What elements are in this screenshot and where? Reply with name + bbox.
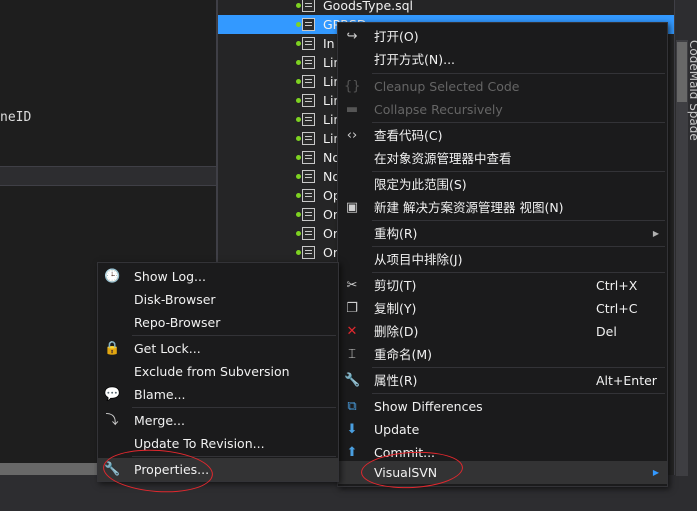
- menu-item-repo-browser[interactable]: Repo-Browser: [98, 311, 338, 334]
- sql-file-icon: [302, 208, 315, 221]
- lock-icon: 🔒: [104, 341, 121, 356]
- menu-item-new-solution-explorer-view[interactable]: ▣ 新建 解决方案资源管理器 视图(N): [338, 196, 667, 219]
- submenu-arrow-icon: ▶: [652, 468, 659, 477]
- context-menu: ↪ 打开(O) 打开方式(N)... {} Cleanup Selected C…: [337, 22, 668, 487]
- scrollbar-thumb[interactable]: [677, 42, 687, 102]
- code-fragment: neID: [0, 110, 32, 125]
- menu-item-cleanup-selected-code[interactable]: {} Cleanup Selected Code: [338, 75, 667, 98]
- menu-separator: [372, 220, 665, 221]
- menu-item-merge[interactable]: ⤵ Merge...: [98, 409, 338, 432]
- menu-separator: [132, 407, 336, 408]
- update-down-arrow-icon: ⬇: [346, 422, 358, 437]
- braces-icon: {}: [344, 79, 361, 94]
- menu-item-refactor[interactable]: 重构(R) ▶: [338, 222, 667, 245]
- menu-item-show-log[interactable]: 🕒 Show Log...: [98, 265, 338, 288]
- menu-item-update[interactable]: ⬇ Update: [338, 418, 667, 441]
- menu-item-open[interactable]: ↪ 打开(O): [338, 25, 667, 48]
- svn-status-icon: [296, 98, 301, 103]
- menu-item-cut[interactable]: ✂ 剪切(T) Ctrl+X: [338, 274, 667, 297]
- sql-file-icon: [302, 227, 315, 240]
- code-editor[interactable]: [0, 0, 216, 166]
- menu-item-exclude-from-project[interactable]: 从项目中排除(J): [338, 248, 667, 271]
- submenu-arrow-icon: ▶: [652, 229, 659, 238]
- menu-item-get-lock[interactable]: 🔒 Get Lock...: [98, 337, 338, 360]
- menu-item-scope-to-this[interactable]: 限定为此范围(S): [338, 173, 667, 196]
- svn-status-icon: [296, 136, 301, 141]
- code-brackets-icon: ‹›: [346, 128, 358, 143]
- menu-separator: [372, 122, 665, 123]
- sql-file-icon: [302, 189, 315, 202]
- wrench-icon: 🔧: [344, 373, 361, 388]
- menu-item-blame[interactable]: 💬 Blame...: [98, 383, 338, 406]
- clock-icon: 🕒: [104, 269, 121, 284]
- svn-status-icon: [296, 41, 301, 46]
- menu-separator: [372, 171, 665, 172]
- merge-arrow-icon: ⤵: [105, 413, 119, 428]
- sql-file-icon: [302, 0, 315, 12]
- menu-separator: [372, 367, 665, 368]
- copy-icon: ❐: [346, 301, 358, 316]
- visualsvn-submenu: 🕒 Show Log... Disk-Browser Repo-Browser …: [97, 262, 339, 482]
- menu-item-open-with[interactable]: 打开方式(N)...: [338, 48, 667, 71]
- open-arrow-icon: ↪: [346, 29, 358, 44]
- menu-item-view-code[interactable]: ‹› 查看代码(C): [338, 124, 667, 147]
- menu-item-disk-browser[interactable]: Disk-Browser: [98, 288, 338, 311]
- sql-file-icon: [302, 75, 315, 88]
- menu-separator: [132, 335, 336, 336]
- svn-status-icon: [296, 3, 301, 8]
- menu-separator: [372, 272, 665, 273]
- svn-status-icon: [296, 174, 301, 179]
- menu-item-exclude-from-subversion[interactable]: Exclude from Subversion: [98, 360, 338, 383]
- svn-status-icon: [296, 22, 301, 27]
- sql-file-icon: [302, 18, 315, 31]
- scissors-icon: ✂: [346, 278, 358, 293]
- new-view-icon: ▣: [345, 200, 359, 215]
- sql-file-icon: [302, 170, 315, 183]
- menu-item-show-differences[interactable]: ⧉ Show Differences: [338, 395, 667, 418]
- sql-file-icon: [302, 94, 315, 107]
- sql-file-icon: [302, 246, 315, 259]
- svn-status-icon: [296, 212, 301, 217]
- menu-item-view-in-object-browser[interactable]: 在对象资源管理器中查看: [338, 147, 667, 170]
- side-tab-label[interactable]: CodeMaid Spade: [687, 40, 697, 141]
- svn-status-icon: [296, 231, 301, 236]
- blame-bubble-icon: 💬: [104, 387, 121, 402]
- sql-file-icon: [302, 151, 315, 164]
- menu-separator: [372, 393, 665, 394]
- sql-file-icon: [302, 56, 315, 69]
- menu-item-rename[interactable]: ⌶ 重命名(M): [338, 343, 667, 366]
- sql-file-icon: [302, 132, 315, 145]
- tree-item[interactable]: GoodsType.sql: [218, 0, 674, 15]
- svn-status-icon: [296, 193, 301, 198]
- menu-separator: [372, 73, 665, 74]
- commit-up-arrow-icon: ⬆: [346, 445, 358, 460]
- svn-status-icon: [296, 250, 301, 255]
- sql-file-icon: [302, 113, 315, 126]
- menu-item-copy[interactable]: ❐ 复制(Y) Ctrl+C: [338, 297, 667, 320]
- diff-icon: ⧉: [347, 399, 357, 414]
- svn-status-icon: [296, 60, 301, 65]
- svn-status-icon: [296, 155, 301, 160]
- menu-item-collapse-recursively[interactable]: ▬ Collapse Recursively: [338, 98, 667, 121]
- horizontal-scrollbar[interactable]: [0, 463, 100, 475]
- pane-header: [0, 166, 216, 186]
- sql-file-icon: [302, 37, 315, 50]
- menu-item-delete[interactable]: ✕ 删除(D) Del: [338, 320, 667, 343]
- svn-status-icon: [296, 117, 301, 122]
- collapse-icon: ▬: [345, 102, 359, 117]
- svn-status-icon: [296, 79, 301, 84]
- delete-x-icon: ✕: [346, 324, 358, 339]
- menu-item-properties[interactable]: 🔧 属性(R) Alt+Enter: [338, 369, 667, 392]
- rename-icon: ⌶: [348, 347, 356, 362]
- menu-separator: [372, 246, 665, 247]
